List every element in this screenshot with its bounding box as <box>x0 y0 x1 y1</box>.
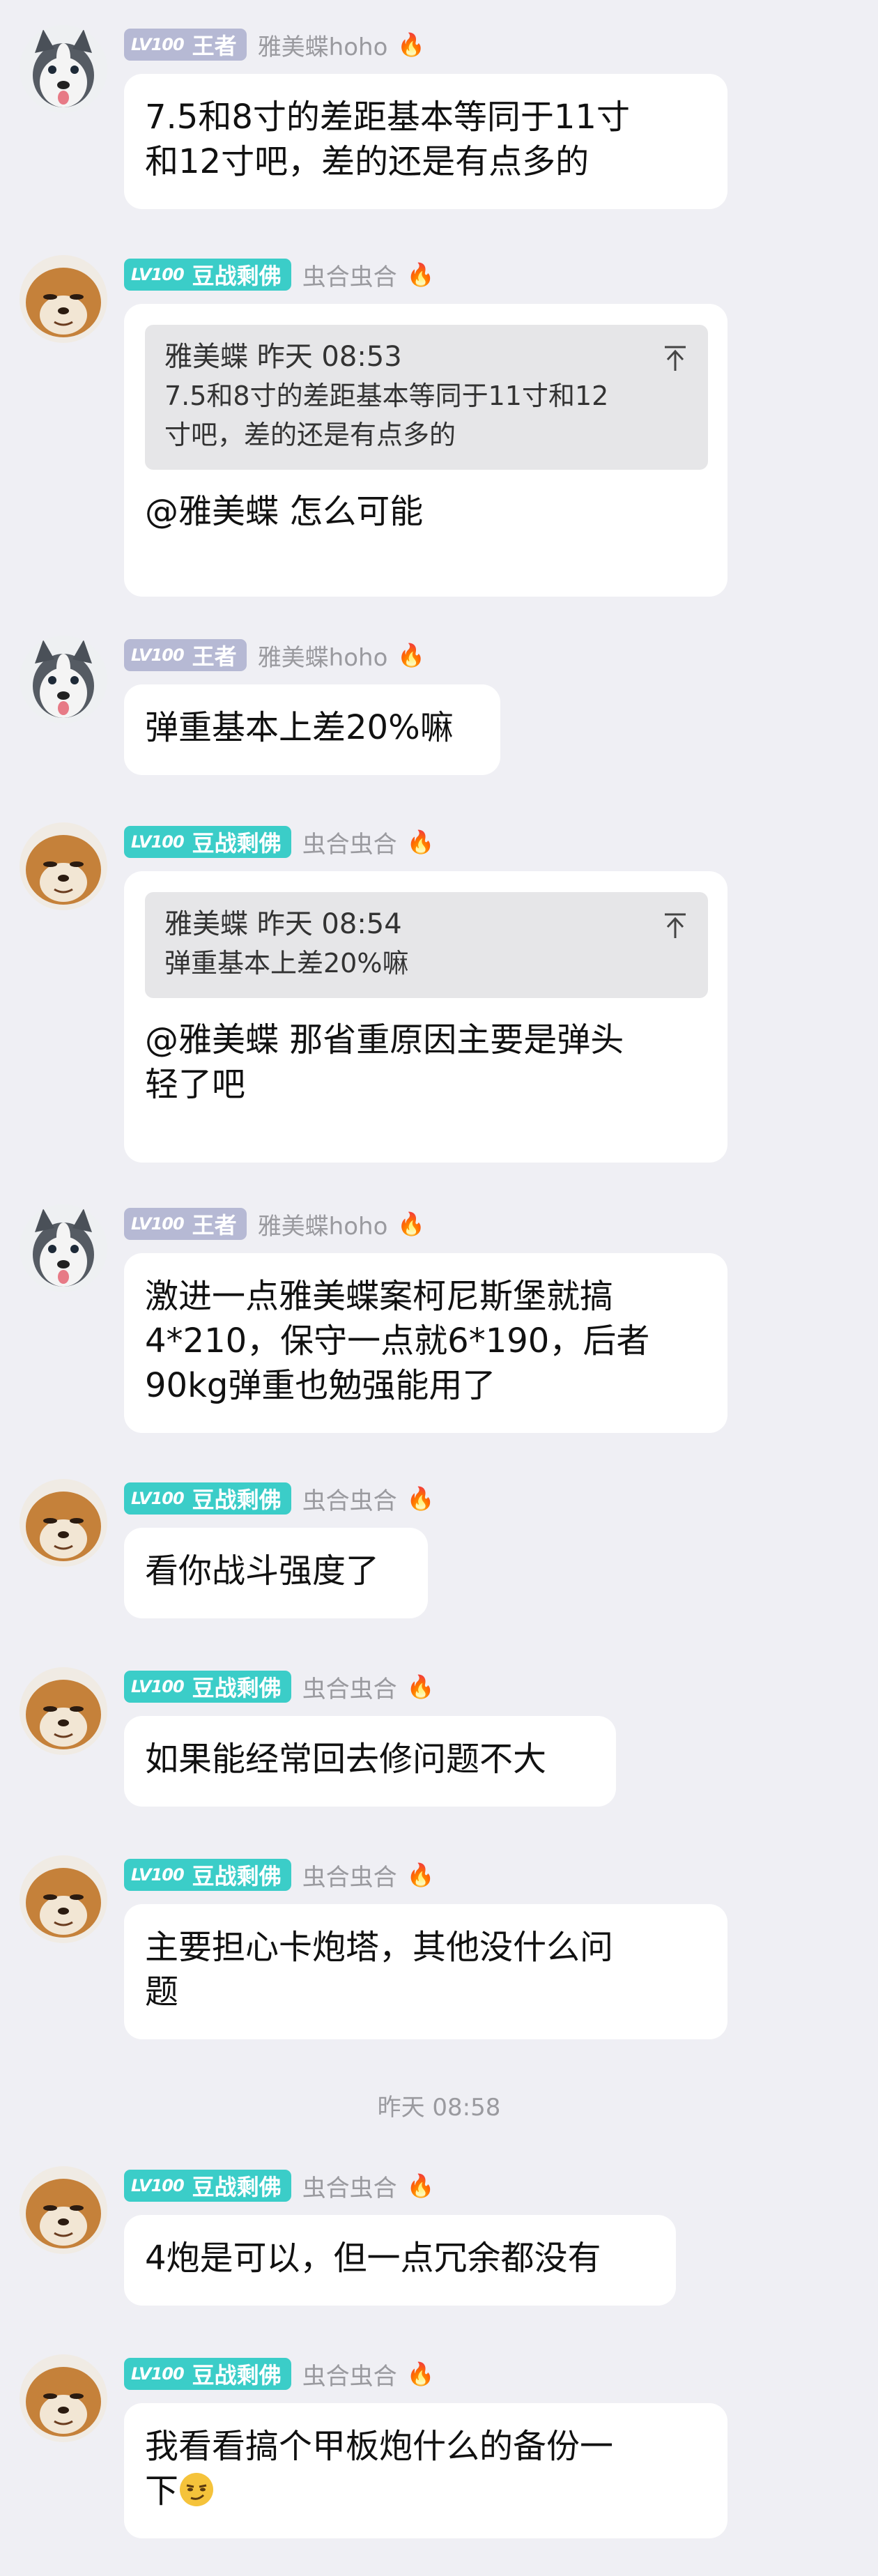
level-badge: LV100 王者 <box>124 1208 247 1240</box>
message-bubble[interactable]: 看你战斗强度了 <box>124 1528 428 1618</box>
smirk-emoji-icon <box>180 2473 214 2506</box>
message-bubble[interactable]: 4炮是可以，但一点冗余都没有 <box>124 2215 676 2306</box>
husky-avatar-icon <box>20 25 107 113</box>
level-badge: LV100 豆战剩佛 <box>124 1482 291 1515</box>
message-header: LV100 豆战剩佛 虫合虫合 🔥 <box>124 1667 435 1706</box>
avatar-shiba[interactable] <box>20 2166 107 2254</box>
husky-avatar-icon <box>20 1204 107 1292</box>
sender-name[interactable]: 虫合虫合 <box>302 825 397 859</box>
flame-icon: 🔥 <box>397 642 426 668</box>
flame-icon: 🔥 <box>406 261 435 288</box>
shiba-avatar-icon <box>20 2166 107 2254</box>
husky-avatar-icon <box>20 636 107 723</box>
flame-icon: 🔥 <box>397 1211 426 1237</box>
sender-name[interactable]: 虫合虫合 <box>302 1670 397 1704</box>
message-header: LV100 王者 雅美蝶hoho 🔥 <box>124 1204 425 1243</box>
message-bubble[interactable]: 如果能经常回去修问题不大 <box>124 1716 616 1807</box>
chat-view[interactable]: LV100 王者 雅美蝶hoho 🔥 7.5和8寸的差距基本等同于11寸 和12寸… <box>0 0 878 2576</box>
shiba-avatar-icon <box>20 1855 107 1943</box>
avatar-shiba[interactable] <box>20 822 107 910</box>
message-bubble[interactable]: 我看看搞个甲板炮什么的备份一 下 <box>124 2403 727 2538</box>
flame-icon: 🔥 <box>406 2172 435 2199</box>
sender-name[interactable]: 虫合虫合 <box>302 258 397 292</box>
message-bubble[interactable]: 雅美蝶 昨天 08:53 7.5和8寸的差距基本等同于11寸和12 寸吧，差的还… <box>124 304 727 597</box>
sender-name[interactable]: 虫合虫合 <box>302 1858 397 1892</box>
level-badge: LV100 王者 <box>124 639 247 671</box>
avatar-husky[interactable] <box>20 1204 107 1292</box>
message-header: LV100 豆战剩佛 虫合虫合 🔥 <box>124 1855 435 1894</box>
jump-to-top-icon[interactable] <box>663 912 687 940</box>
message-header: LV100 王者 雅美蝶hoho 🔥 <box>124 636 425 675</box>
sender-name[interactable]: 雅美蝶hoho <box>258 638 388 673</box>
message-header: LV100 豆战剩佛 虫合虫合 🔥 <box>124 2166 435 2205</box>
flame-icon: 🔥 <box>406 1862 435 1888</box>
avatar-shiba[interactable] <box>20 2354 107 2442</box>
message-header: LV100 豆战剩佛 虫合虫合 🔥 <box>124 2354 435 2393</box>
shiba-avatar-icon <box>20 2354 107 2442</box>
message-bubble[interactable]: 7.5和8寸的差距基本等同于11寸 和12寸吧，差的还是有点多的 <box>124 74 727 209</box>
level-badge: LV100 豆战剩佛 <box>124 2358 291 2390</box>
time-divider: 昨天 08:58 <box>377 2094 501 2122</box>
avatar-shiba[interactable] <box>20 1667 107 1755</box>
level-badge: LV100 豆战剩佛 <box>124 1671 291 1703</box>
level-badge: LV100 王者 <box>124 29 247 61</box>
flame-icon: 🔥 <box>406 1485 435 1512</box>
flame-icon: 🔥 <box>406 829 435 855</box>
level-badge: LV100 豆战剩佛 <box>124 826 291 858</box>
level-badge: LV100 豆战剩佛 <box>124 2170 291 2202</box>
flame-icon: 🔥 <box>406 2361 435 2387</box>
jump-to-top-icon[interactable] <box>663 344 687 372</box>
avatar-husky[interactable] <box>20 636 107 723</box>
message-header: LV100 豆战剩佛 虫合虫合 🔥 <box>124 255 435 294</box>
avatar-shiba[interactable] <box>20 1855 107 1943</box>
avatar-shiba[interactable] <box>20 1479 107 1567</box>
flame-icon: 🔥 <box>406 1673 435 1700</box>
flame-icon: 🔥 <box>397 31 426 58</box>
sender-name[interactable]: 虫合虫合 <box>302 1482 397 1516</box>
sender-name[interactable]: 虫合虫合 <box>302 2357 397 2391</box>
avatar-husky[interactable] <box>20 25 107 113</box>
sender-name[interactable]: 雅美蝶hoho <box>258 1207 388 1241</box>
quoted-message[interactable]: 雅美蝶 昨天 08:53 7.5和8寸的差距基本等同于11寸和12 寸吧，差的还… <box>145 325 708 470</box>
level-badge: LV100 豆战剩佛 <box>124 259 291 291</box>
shiba-avatar-icon <box>20 1667 107 1755</box>
message-header: LV100 王者 雅美蝶hoho 🔥 <box>124 25 425 64</box>
message-bubble[interactable]: 主要担心卡炮塔，其他没什么问 题 <box>124 1904 727 2039</box>
message-bubble[interactable]: 雅美蝶 昨天 08:54 弹重基本上差20%嘛 @雅美蝶 那省重原因主要是弹头 … <box>124 871 727 1163</box>
sender-name[interactable]: 虫合虫合 <box>302 2169 397 2203</box>
shiba-avatar-icon <box>20 255 107 343</box>
shiba-avatar-icon <box>20 1479 107 1567</box>
message-bubble[interactable]: 弹重基本上差20%嘛 <box>124 684 500 775</box>
sender-name[interactable]: 雅美蝶hoho <box>258 28 388 62</box>
level-badge: LV100 豆战剩佛 <box>124 1859 291 1891</box>
shiba-avatar-icon <box>20 822 107 910</box>
message-bubble[interactable]: 激进一点雅美蝶案柯尼斯堡就搞 4*210，保守一点就6*190，后者 90kg弹… <box>124 1253 727 1433</box>
avatar-shiba[interactable] <box>20 255 107 343</box>
message-header: LV100 豆战剩佛 虫合虫合 🔥 <box>124 1479 435 1518</box>
quoted-message[interactable]: 雅美蝶 昨天 08:54 弹重基本上差20%嘛 <box>145 892 708 998</box>
message-header: LV100 豆战剩佛 虫合虫合 🔥 <box>124 822 435 861</box>
